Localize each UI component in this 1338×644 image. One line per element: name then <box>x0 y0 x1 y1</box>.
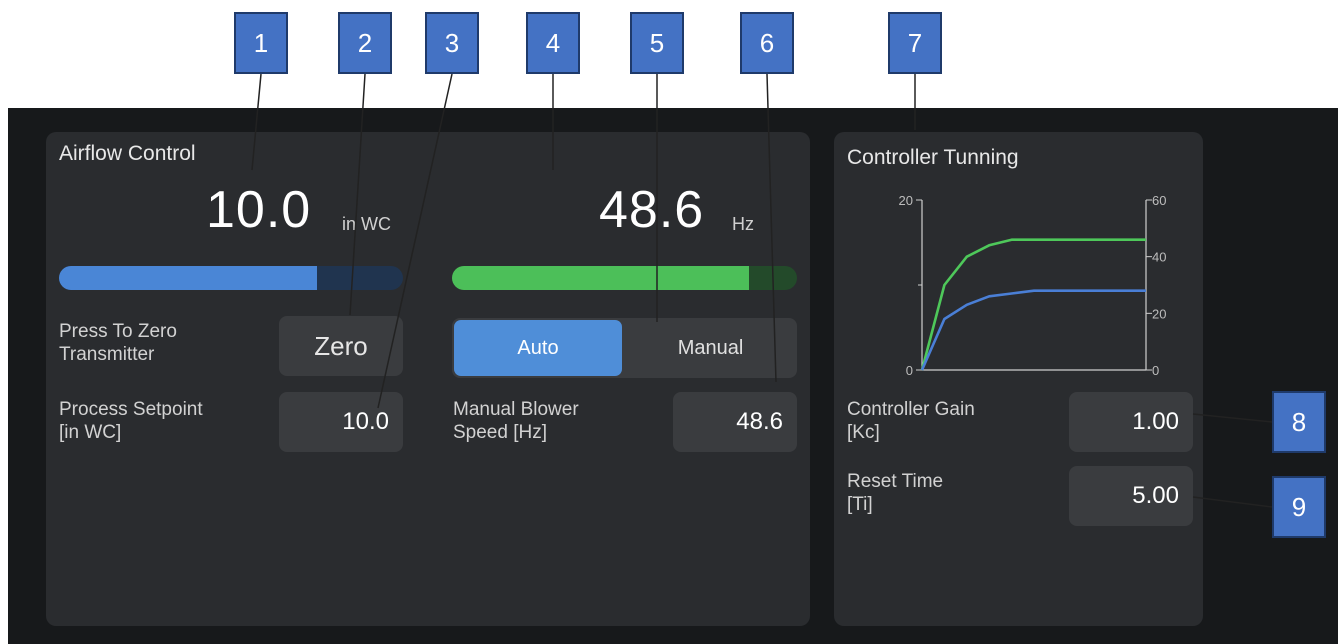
tuning-chart: 20 0 60 40 20 0 <box>899 193 1167 378</box>
zero-button[interactable]: Zero <box>279 316 403 376</box>
callout-7: 7 <box>888 12 942 74</box>
reset-label-line2: [Ti] <box>847 494 873 515</box>
manual-blower-speed-field[interactable]: 48.6 <box>673 392 797 452</box>
controller-gain-label: Controller Gain [Kc] <box>847 398 975 444</box>
callout-2: 2 <box>338 12 392 74</box>
right-tick-label: 0 <box>1152 363 1159 378</box>
blower-speed-bar <box>452 266 797 290</box>
chart-series-line-2 <box>920 289 1146 371</box>
pressure-bar-fill <box>59 266 317 290</box>
callout-5: 5 <box>630 12 684 74</box>
callout-6: 6 <box>740 12 794 74</box>
right-tick-label: 20 <box>1152 306 1166 321</box>
right-tick-label: 60 <box>1152 193 1166 208</box>
auto-mode-button[interactable]: Auto <box>454 320 622 376</box>
chart-series-line-1 <box>920 238 1146 371</box>
gain-label-line2: [Kc] <box>847 422 880 443</box>
manual-speed-label-line1: Manual Blower <box>453 399 579 420</box>
manual-speed-label: Manual Blower Speed [Hz] <box>453 398 579 444</box>
callout-4: 4 <box>526 12 580 74</box>
blower-readout: 48.6 <box>599 181 705 239</box>
reset-time-field[interactable]: 5.00 <box>1069 466 1193 526</box>
manual-speed-label-line2: Speed [Hz] <box>453 422 547 443</box>
pressure-readout: 10.0 <box>206 181 312 239</box>
reset-time-label: Reset Time [Ti] <box>847 470 943 516</box>
auto-manual-toggle: Auto Manual <box>452 318 797 378</box>
setpoint-label: Process Setpoint [in WC] <box>59 398 203 444</box>
pressure-bar <box>59 266 403 290</box>
controller-tuning-panel: Controller Tunning 20 0 60 40 20 0 Controller… <box>834 132 1203 626</box>
panel-title: Airflow Control <box>59 142 196 165</box>
callout-8: 8 <box>1272 391 1326 453</box>
controller-gain-field[interactable]: 1.00 <box>1069 392 1193 452</box>
process-setpoint-field[interactable]: 10.0 <box>279 392 403 452</box>
callout-9: 9 <box>1272 476 1326 538</box>
panel-title: Controller Tunning <box>847 146 1019 169</box>
gain-label-line1: Controller Gain <box>847 399 975 420</box>
blower-unit: Hz <box>732 214 754 234</box>
pressure-unit: in WC <box>342 214 391 234</box>
manual-mode-button[interactable]: Manual <box>626 320 795 376</box>
setpoint-label-line1: Process Setpoint <box>59 399 203 420</box>
blower-speed-bar-fill <box>452 266 749 290</box>
callout-3: 3 <box>425 12 479 74</box>
right-tick-label: 40 <box>1152 250 1166 265</box>
zero-transmitter-label: Press To Zero Transmitter <box>59 321 177 365</box>
reset-label-line1: Reset Time <box>847 471 944 492</box>
callout-1: 1 <box>234 12 288 74</box>
left-tick-label: 0 <box>906 363 913 378</box>
airflow-control-panel: Airflow Control 10.0 in WC 48.6 Hz Press… <box>46 132 810 626</box>
setpoint-label-line2: [in WC] <box>59 422 122 443</box>
left-tick-label: 20 <box>899 193 913 208</box>
